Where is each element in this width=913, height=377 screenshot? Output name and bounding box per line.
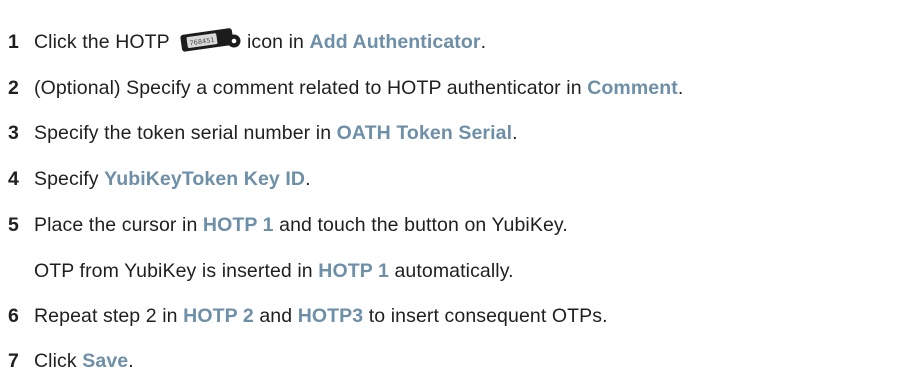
- step-text-part: OTP from YubiKey is inserted in: [34, 260, 319, 282]
- step-text: Click the HOTP 768451 icon in Add Authen…: [34, 26, 487, 55]
- ui-term-save: Save: [82, 350, 129, 372]
- step-text-part: Repeat step 2 in: [34, 305, 184, 327]
- hotp-token-icon: 768451: [179, 26, 241, 54]
- step-text: Click Save.: [34, 348, 134, 374]
- step-number: 1: [8, 31, 19, 53]
- step-text-part: .: [480, 31, 487, 53]
- ui-term-add-authenticator: Add Authenticator: [309, 31, 481, 53]
- step-number: 5: [8, 214, 19, 236]
- step-text: Place the cursor in HOTP 1 and touch the…: [34, 212, 568, 238]
- ui-term-comment: Comment: [587, 77, 678, 99]
- step-text: Repeat step 2 in HOTP 2 and HOTP3 to ins…: [34, 303, 608, 329]
- step-number: 6: [8, 305, 19, 327]
- step-text-part: .: [305, 168, 311, 190]
- step-text-part: .: [512, 122, 518, 144]
- step-text-part: to insert consequent OTPs.: [363, 305, 608, 327]
- step-text-part: .: [128, 350, 134, 372]
- step-text-part: icon in: [246, 31, 310, 53]
- step-number: 4: [8, 168, 19, 190]
- step-text-part: and touch the button on YubiKey.: [273, 214, 568, 236]
- step-text-part: Click: [34, 350, 83, 372]
- ui-term-yubikey-token-key-id: YubiKeyToken Key ID: [104, 168, 306, 190]
- instruction-steps: 1 Click the HOTP 768451 icon in Add Auth…: [0, 0, 913, 377]
- ui-term-hotp3: HOTP3: [297, 305, 364, 327]
- step-text-part: Specify the token serial number in: [34, 122, 337, 144]
- ui-term-hotp-1: HOTP 1: [318, 260, 389, 282]
- step-number: 7: [8, 350, 19, 372]
- step-text-part: .: [677, 77, 684, 99]
- step-text-part: (Optional) Specify a comment related to …: [34, 77, 588, 99]
- step-number: 2: [8, 77, 19, 99]
- step-text: OTP from YubiKey is inserted in HOTP 1 a…: [34, 258, 514, 284]
- step-text-part: Specify: [34, 168, 105, 190]
- step-text: (Optional) Specify a comment related to …: [34, 75, 683, 101]
- step-text-part: and: [253, 305, 298, 327]
- step-text-part: Place the cursor in: [34, 214, 203, 236]
- step-number: 3: [8, 122, 19, 144]
- ui-term-oath-token-serial: OATH Token Serial: [336, 122, 513, 144]
- ui-term-hotp-2: HOTP 2: [183, 305, 254, 327]
- ui-term-hotp-1: HOTP 1: [202, 214, 274, 236]
- step-text-part: Click the HOTP: [34, 31, 170, 53]
- step-text-part: automatically.: [388, 260, 514, 282]
- step-text: Specify YubiKeyToken Key ID.: [34, 166, 311, 192]
- step-text: Specify the token serial number in OATH …: [34, 120, 518, 146]
